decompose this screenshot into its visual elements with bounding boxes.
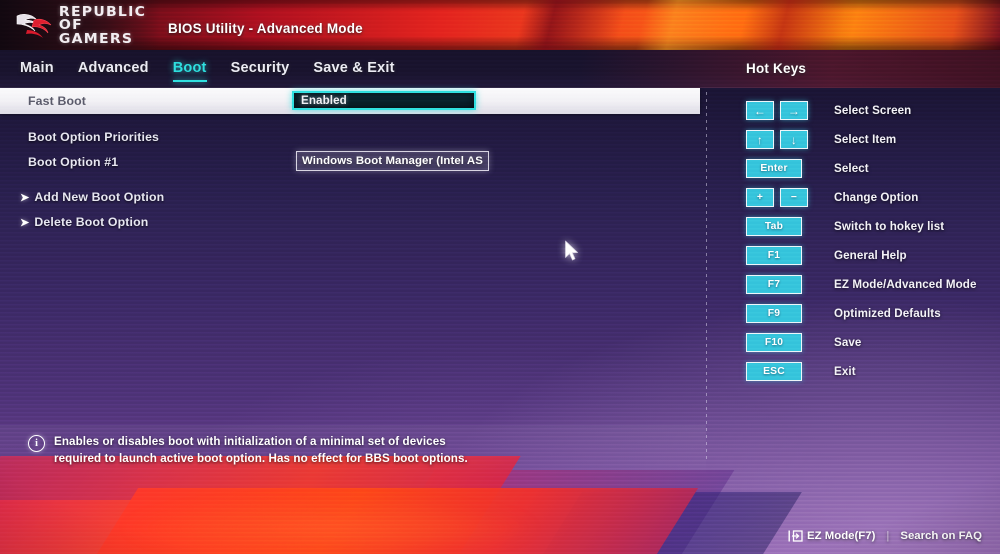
f10-key[interactable]: F10 xyxy=(746,333,802,352)
hotkey-desc-select-item: Select Item xyxy=(834,133,897,146)
panel-divider xyxy=(706,92,707,460)
minus-key[interactable]: − xyxy=(780,188,808,207)
ez-mode-button[interactable]: EZ Mode(F7) xyxy=(788,530,875,542)
fast-boot-dropdown[interactable]: Enabled xyxy=(292,91,476,110)
boot-option-1-value-box[interactable]: Windows Boot Manager (Intel AS xyxy=(296,151,489,171)
rog-eye-logo-icon xyxy=(16,14,52,38)
setting-row-boot-option-priorities: Boot Option Priorities xyxy=(0,124,700,150)
enter-key[interactable]: Enter xyxy=(746,159,802,178)
fast-boot-value: Enabled xyxy=(301,94,347,107)
submenu-arrow-icon: ➤ xyxy=(20,217,30,229)
setting-row-add-new-boot-option[interactable]: ➤ Add New Boot Option xyxy=(0,184,700,210)
delete-boot-option-label: ➤ Delete Boot Option xyxy=(20,215,148,229)
hotkey-desc-general-help: General Help xyxy=(834,249,907,262)
tab-boot[interactable]: Boot xyxy=(172,58,231,82)
hotkey-desc-select: Select xyxy=(834,162,869,175)
hotkey-desc-select-screen: Select Screen xyxy=(834,104,912,117)
tab-key[interactable]: Tab xyxy=(746,217,802,236)
hotkey-row-save: F10 Save xyxy=(746,328,996,357)
arrow-right-key[interactable]: → xyxy=(780,101,808,120)
hotkeys-list: ← → Select Screen ↑ ↓ Select Item Enter … xyxy=(746,96,996,386)
esc-key[interactable]: ESC xyxy=(746,362,802,381)
hotkey-row-ez-mode: F7 EZ Mode/Advanced Mode xyxy=(746,270,996,299)
search-on-faq-button[interactable]: Search on FAQ xyxy=(900,530,982,542)
tab-advanced[interactable]: Advanced xyxy=(78,58,173,82)
hotkey-row-optimized-defaults: F9 Optimized Defaults xyxy=(746,299,996,328)
hotkey-row-exit: ESC Exit xyxy=(746,357,996,386)
hotkey-desc-save: Save xyxy=(834,336,862,349)
rog-logo-line1: REPUBLIC OF xyxy=(58,3,147,34)
arrow-up-key[interactable]: ↑ xyxy=(746,130,774,149)
arrow-down-key[interactable]: ↓ xyxy=(780,130,808,149)
f1-key[interactable]: F1 xyxy=(746,246,802,265)
exit-arrow-icon xyxy=(788,530,803,542)
bottom-status-bar: EZ Mode(F7) | Search on FAQ xyxy=(788,530,982,542)
hotkey-row-select-screen: ← → Select Screen xyxy=(746,96,996,125)
rog-logo-text: REPUBLIC OF GAMERS xyxy=(58,3,168,47)
help-text: Enables or disables boot with initializa… xyxy=(54,435,468,465)
hotkey-desc-optimized-defaults: Optimized Defaults xyxy=(834,307,941,320)
rog-logo: REPUBLIC OF GAMERS xyxy=(14,3,168,47)
hotkey-row-select: Enter Select xyxy=(746,154,996,183)
info-icon: i xyxy=(28,435,45,452)
add-new-boot-option-label: ➤ Add New Boot Option xyxy=(20,190,164,204)
tab-main[interactable]: Main xyxy=(20,58,78,82)
plus-key[interactable]: + xyxy=(746,188,774,207)
hotkey-row-select-item: ↑ ↓ Select Item xyxy=(746,125,996,154)
page-title: BIOS Utility - Advanced Mode xyxy=(168,21,363,36)
boot-option-1-value: Windows Boot Manager (Intel AS xyxy=(302,155,483,167)
hotkey-desc-change-option: Change Option xyxy=(834,191,919,204)
bottom-bar-separator: | xyxy=(886,530,890,542)
fast-boot-label: Fast Boot xyxy=(28,94,87,108)
add-new-boot-option-text: Add New Boot Option xyxy=(34,190,165,204)
setting-row-boot-option-1[interactable]: Boot Option #1 Windows Boot Manager (Int… xyxy=(0,149,700,175)
arrow-left-key[interactable]: ← xyxy=(746,101,774,120)
rog-logo-line2: GAMERS xyxy=(58,30,134,47)
hotkey-desc-switch-hotkey-list: Switch to hokey list xyxy=(834,220,945,233)
settings-panel: Fast Boot Enabled Boot Option Priorities… xyxy=(0,88,700,418)
hotkeys-title: Hot Keys xyxy=(746,61,807,76)
hotkey-row-change-option: + − Change Option xyxy=(746,183,996,212)
tab-save-exit[interactable]: Save & Exit xyxy=(313,58,418,82)
f7-key[interactable]: F7 xyxy=(746,275,802,294)
bios-screen: REPUBLIC OF GAMERS BIOS Utility - Advanc… xyxy=(0,0,1000,554)
help-bar: i Enables or disables boot with initiali… xyxy=(0,425,706,477)
tab-security[interactable]: Security xyxy=(231,58,314,82)
hotkey-row-general-help: F1 General Help xyxy=(746,241,996,270)
boot-option-priorities-label: Boot Option Priorities xyxy=(28,130,160,144)
hotkey-row-switch-hotkey-list: Tab Switch to hokey list xyxy=(746,212,996,241)
main-tabbar: Main Advanced Boot Security Save & Exit xyxy=(20,58,419,82)
boot-option-1-label: Boot Option #1 xyxy=(28,155,119,169)
setting-row-fast-boot[interactable]: Fast Boot Enabled xyxy=(0,88,700,114)
f9-key[interactable]: F9 xyxy=(746,304,802,323)
delete-boot-option-text: Delete Boot Option xyxy=(34,215,149,229)
setting-row-delete-boot-option[interactable]: ➤ Delete Boot Option xyxy=(0,209,700,235)
hotkey-desc-exit: Exit xyxy=(834,365,856,378)
ez-mode-label: EZ Mode(F7) xyxy=(807,530,876,542)
submenu-arrow-icon: ➤ xyxy=(20,192,30,204)
hotkey-desc-ez-mode: EZ Mode/Advanced Mode xyxy=(834,278,977,291)
